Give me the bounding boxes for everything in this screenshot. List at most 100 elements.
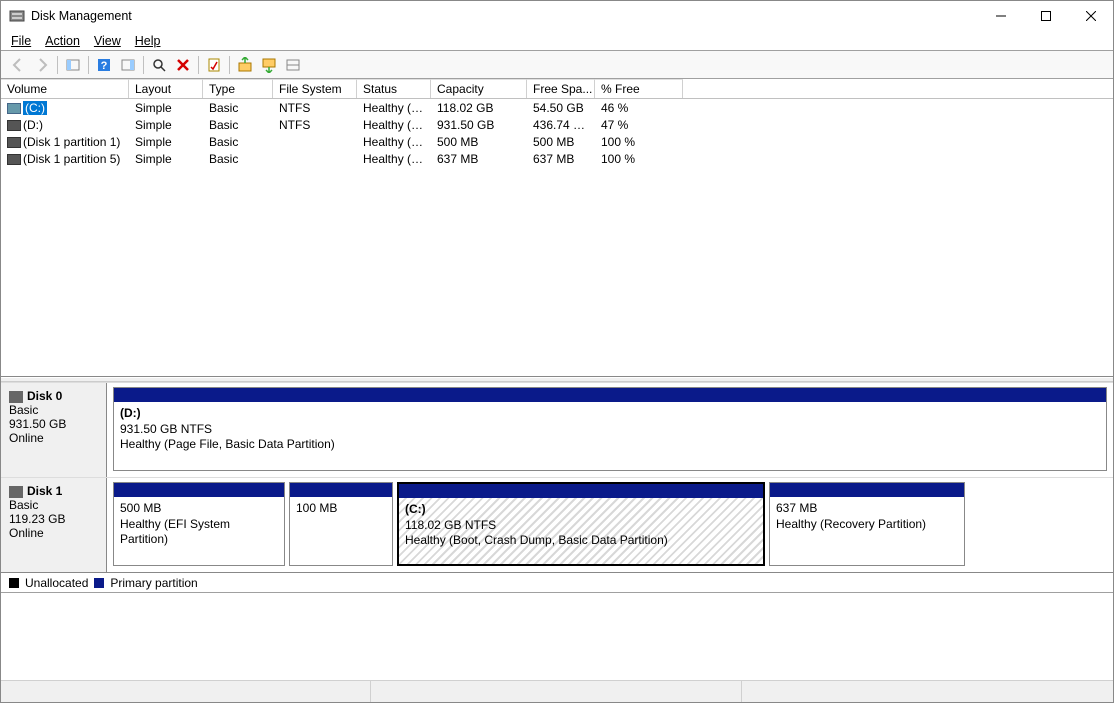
close-button[interactable] bbox=[1068, 2, 1113, 30]
disk-row: Disk 1Basic119.23 GBOnline500 MBHealthy … bbox=[1, 477, 1113, 572]
partition[interactable]: (D:)931.50 GB NTFSHealthy (Page File, Ba… bbox=[113, 387, 1107, 471]
partition[interactable]: 100 MB bbox=[289, 482, 393, 566]
volume-list[interactable]: (C:)SimpleBasicNTFSHealthy (B...118.02 G… bbox=[1, 99, 1113, 377]
cell-capacity: 931.50 GB bbox=[431, 118, 527, 132]
column-status[interactable]: Status bbox=[357, 79, 431, 98]
partition-size: 100 MB bbox=[296, 501, 386, 517]
table-row[interactable]: (Disk 1 partition 1) SimpleBasic Healthy (… bbox=[1, 133, 1113, 150]
partition[interactable]: 500 MBHealthy (EFI System Partition) bbox=[113, 482, 285, 566]
disk-partitions: 500 MBHealthy (EFI System Partition) 100 … bbox=[107, 478, 1113, 572]
separator bbox=[57, 56, 58, 74]
window-title: Disk Management bbox=[31, 9, 978, 23]
cell-filesystem: NTFS bbox=[273, 101, 357, 115]
toolbar: ? bbox=[1, 51, 1113, 79]
disk-name: Disk 1 bbox=[27, 484, 62, 498]
cell-capacity: 118.02 GB bbox=[431, 101, 527, 115]
menu-file[interactable]: File bbox=[11, 34, 31, 48]
cell-type: Basic bbox=[203, 135, 273, 149]
cell-layout: Simple bbox=[129, 135, 203, 149]
table-row[interactable]: (C:) SimpleBasicNTFSHealthy (B...118.02 G… bbox=[1, 99, 1113, 116]
disk-size: 119.23 GB bbox=[9, 512, 98, 526]
window-buttons bbox=[978, 2, 1113, 30]
column-layout[interactable]: Layout bbox=[129, 79, 203, 98]
menu-view[interactable]: View bbox=[94, 34, 121, 48]
forward-button[interactable] bbox=[31, 54, 53, 76]
partition[interactable]: (C:)118.02 GB NTFSHealthy (Boot, Crash D… bbox=[397, 482, 765, 566]
partition-status: Healthy (EFI System Partition) bbox=[120, 517, 278, 548]
volume-list-header[interactable]: Volume Layout Type File System Status Ca… bbox=[1, 79, 1113, 99]
legend-unallocated-label: Unallocated bbox=[25, 576, 88, 590]
partition-size: 931.50 GB NTFS bbox=[120, 422, 1100, 438]
disk-management-window: Disk Management File Action View Help ? … bbox=[0, 0, 1114, 703]
disk-size: 931.50 GB bbox=[9, 417, 98, 431]
status-bar bbox=[1, 680, 1113, 702]
menu-bar: File Action View Help bbox=[1, 31, 1113, 51]
disk-info-panel[interactable]: Disk 0Basic931.50 GBOnline bbox=[1, 383, 107, 477]
cell-status: Healthy (P... bbox=[357, 118, 431, 132]
cell-freespace: 436.74 GB bbox=[527, 118, 595, 132]
settings-top-button[interactable] bbox=[234, 54, 256, 76]
menu-action[interactable]: Action bbox=[45, 34, 80, 48]
partition-color-bar bbox=[770, 483, 964, 497]
disk-graphical-view[interactable]: Disk 0Basic931.50 GBOnline(D:)931.50 GB … bbox=[1, 382, 1113, 573]
partition-body: (C:)118.02 GB NTFSHealthy (Boot, Crash D… bbox=[399, 498, 763, 564]
legend: Unallocated Primary partition bbox=[1, 573, 1113, 593]
disk-icon bbox=[9, 391, 23, 403]
settings-list-button[interactable] bbox=[282, 54, 304, 76]
table-row[interactable]: (Disk 1 partition 5)SimpleBasicHealthy (… bbox=[1, 150, 1113, 167]
cell-type: Basic bbox=[203, 118, 273, 132]
volume-name: (Disk 1 partition 1) bbox=[23, 135, 120, 149]
cell-pctfree: 100 % bbox=[595, 135, 683, 149]
help-button[interactable]: ? bbox=[93, 54, 115, 76]
cell-status: Healthy (B... bbox=[357, 101, 431, 115]
partition-size: 118.02 GB NTFS bbox=[405, 518, 757, 534]
column-volume[interactable]: Volume bbox=[1, 79, 129, 98]
cell-status: Healthy (E... bbox=[357, 135, 431, 149]
title-bar[interactable]: Disk Management bbox=[1, 1, 1113, 31]
back-button[interactable] bbox=[7, 54, 29, 76]
disk-status: Online bbox=[9, 526, 98, 540]
show-hide-console-tree-button[interactable] bbox=[62, 54, 84, 76]
partition-size: 500 MB bbox=[120, 501, 278, 517]
volume-name: (Disk 1 partition 5) bbox=[23, 152, 120, 166]
volume-icon bbox=[7, 120, 21, 131]
cell-type: Basic bbox=[203, 101, 273, 115]
maximize-button[interactable] bbox=[1023, 2, 1068, 30]
delete-button[interactable] bbox=[172, 54, 194, 76]
table-row[interactable]: (D:)SimpleBasicNTFSHealthy (P...931.50 G… bbox=[1, 116, 1113, 133]
cell-pctfree: 46 % bbox=[595, 101, 683, 115]
partition-body: 100 MB bbox=[290, 497, 392, 565]
column-capacity[interactable]: Capacity bbox=[431, 79, 527, 98]
legend-primary-label: Primary partition bbox=[110, 576, 197, 590]
svg-text:?: ? bbox=[101, 60, 108, 72]
menu-help[interactable]: Help bbox=[135, 34, 161, 48]
partition-status: Healthy (Recovery Partition) bbox=[776, 517, 958, 533]
cell-pctfree: 100 % bbox=[595, 152, 683, 166]
disk-partitions: (D:)931.50 GB NTFSHealthy (Page File, Ba… bbox=[107, 383, 1113, 477]
show-hide-action-pane-button[interactable] bbox=[117, 54, 139, 76]
column-pctfree[interactable]: % Free bbox=[595, 79, 683, 98]
column-freespace[interactable]: Free Spa... bbox=[527, 79, 595, 98]
volume-icon bbox=[7, 137, 21, 148]
disk-status: Online bbox=[9, 431, 98, 445]
legend-primary-swatch bbox=[94, 578, 104, 588]
separator bbox=[198, 56, 199, 74]
partition[interactable]: 637 MBHealthy (Recovery Partition) bbox=[769, 482, 965, 566]
cell-freespace: 637 MB bbox=[527, 152, 595, 166]
disk-info-panel[interactable]: Disk 1Basic119.23 GBOnline bbox=[1, 478, 107, 572]
column-filesystem[interactable]: File System bbox=[273, 79, 357, 98]
minimize-button[interactable] bbox=[978, 2, 1023, 30]
legend-unallocated-swatch bbox=[9, 578, 19, 588]
cell-capacity: 637 MB bbox=[431, 152, 527, 166]
settings-bottom-button[interactable] bbox=[258, 54, 280, 76]
properties-button[interactable] bbox=[203, 54, 225, 76]
cell-layout: Simple bbox=[129, 101, 203, 115]
partition-body: 637 MBHealthy (Recovery Partition) bbox=[770, 497, 964, 565]
cell-type: Basic bbox=[203, 152, 273, 166]
refresh-button[interactable] bbox=[148, 54, 170, 76]
disk-row: Disk 0Basic931.50 GBOnline(D:)931.50 GB … bbox=[1, 382, 1113, 477]
column-type[interactable]: Type bbox=[203, 79, 273, 98]
volume-name: (D:) bbox=[23, 118, 43, 132]
cell-capacity: 500 MB bbox=[431, 135, 527, 149]
volume-name: (C:) bbox=[23, 101, 47, 115]
